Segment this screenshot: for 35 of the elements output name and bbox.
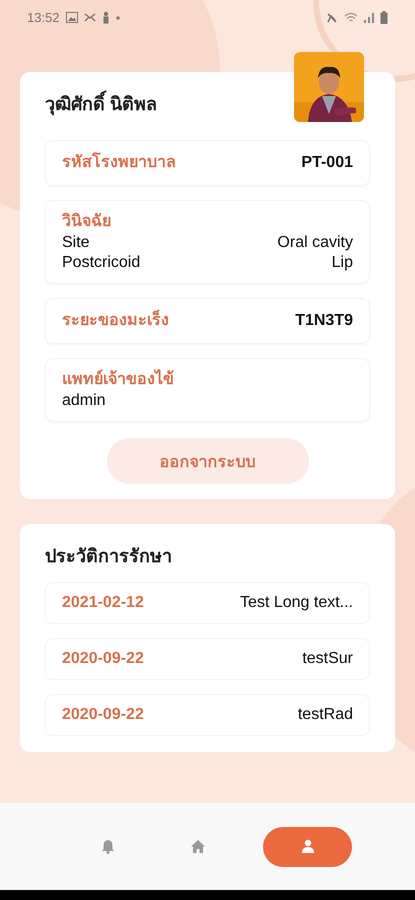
history-name: testRad <box>298 706 353 724</box>
field-value: Lip <box>332 253 353 273</box>
field-label: วินิจฉัย <box>62 212 112 232</box>
field-text: Site <box>62 233 90 253</box>
field-value: T1N3T9 <box>295 312 353 330</box>
status-time: 13:52 <box>27 10 60 25</box>
battery-icon <box>380 11 388 24</box>
image-icon <box>66 12 78 23</box>
section-title: ประวัติการรักษา <box>45 545 173 568</box>
home-icon <box>191 839 205 854</box>
history-row[interactable]: 2021-02-12 Test Long text... <box>45 582 370 624</box>
field-label: ระยะของมะเร็ง <box>62 310 169 332</box>
history-name: Test Long text... <box>240 594 353 612</box>
field-value: PT-001 <box>301 154 353 172</box>
dot-icon <box>116 16 120 20</box>
history-date: 2021-02-12 <box>62 594 144 612</box>
bell-icon <box>101 839 115 854</box>
field-label: รหัสโรงพยาบาล <box>62 152 176 173</box>
history-row[interactable]: 2020-09-22 testSur <box>45 638 370 680</box>
field-label: แพทย์เจ้าของไข้ <box>62 369 175 390</box>
signal-icon <box>364 12 374 23</box>
field-value: Oral cavity <box>277 233 353 253</box>
patient-name: วุฒิศักดิ์ นิติพล <box>45 92 370 116</box>
field-value: admin <box>62 391 107 411</box>
mute-icon <box>326 12 338 24</box>
person-icon <box>300 839 314 854</box>
history-date: 2020-09-22 <box>62 706 144 724</box>
history-row[interactable]: 2020-09-22 testRad <box>45 694 370 736</box>
nav-tab[interactable] <box>263 826 352 866</box>
history-date: 2020-09-22 <box>62 650 144 668</box>
wifi-icon <box>344 12 358 23</box>
field-text: Postcricoid <box>62 253 140 273</box>
mail-icon <box>84 13 96 22</box>
history-name: testSur <box>302 650 353 668</box>
figure-icon <box>102 11 110 24</box>
